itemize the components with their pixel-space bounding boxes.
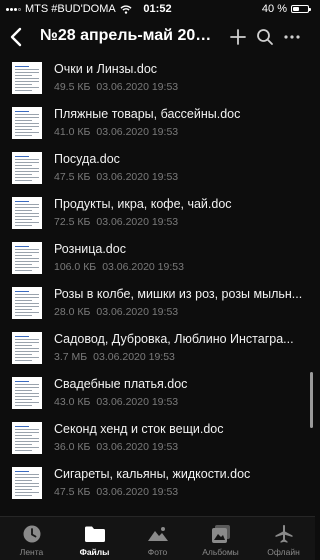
file-name: Продукты, икра, кофе, чай.doc (54, 197, 232, 211)
doc-thumbnail-icon (12, 107, 42, 139)
file-size: 41.0 КБ (54, 126, 91, 138)
file-row[interactable]: Пляжные товары, бассейны.doc 41.0 КБ 03.06… (0, 103, 315, 147)
file-row[interactable]: Продукты, икра, кофе, чай.doc 72.5 КБ 03.0… (0, 193, 315, 237)
doc-thumbnail-icon (12, 287, 42, 319)
file-size: 36.0 КБ (54, 441, 91, 453)
file-name: Свадебные платья.doc (54, 377, 188, 391)
file-size: 28.0 КБ (54, 306, 91, 318)
battery-status: 40 % (261, 3, 311, 15)
file-meta: 36.0 КБ 03.06.2020 19:53 (54, 441, 178, 453)
file-name: Посуда.doc (54, 152, 120, 166)
albums-icon (210, 524, 232, 544)
file-row[interactable]: Посуда.doc 47.5 КБ 03.06.2020 19:53 (0, 148, 315, 192)
file-name: Очки и Линзы.doc (54, 62, 158, 76)
file-meta: 47.5 КБ 03.06.2020 19:53 (54, 486, 178, 498)
tab-label: Альбомы (202, 547, 239, 557)
doc-thumbnail-icon (12, 62, 42, 94)
scrollbar-thumb[interactable] (310, 372, 313, 428)
tab-mountain[interactable]: Фото (126, 517, 189, 560)
file-row[interactable]: Розы в колбе, мишки из роз, розы мыльн..… (0, 283, 315, 327)
battery-icon (291, 5, 311, 13)
more-dots-icon (284, 35, 300, 39)
file-size: 49.5 КБ (54, 81, 91, 93)
file-date: 03.06.2020 19:53 (96, 396, 179, 408)
file-row[interactable]: Свадебные платья.doc 43.0 КБ 03.06.2020 19… (0, 373, 315, 417)
tab-albums[interactable]: Альбомы (189, 517, 252, 560)
chevron-left-icon (10, 27, 22, 47)
file-row[interactable]: Розница.doc 106.0 КБ 03.06.2020 19:53 (0, 238, 315, 282)
clock-icon (21, 524, 43, 544)
tab-label: Фото (147, 547, 168, 557)
tab-bar: Лента Файлы Фото Альбомы Офлайн (0, 516, 315, 560)
file-size: 3.7 МБ (54, 351, 88, 363)
page-title: №28 апрель-май 2020 ... (40, 27, 218, 44)
file-meta: 43.0 КБ 03.06.2020 19:53 (54, 396, 178, 408)
doc-thumbnail-icon (12, 422, 42, 454)
doc-thumbnail-icon (12, 332, 42, 364)
file-date: 03.06.2020 19:53 (93, 351, 175, 363)
doc-thumbnail-icon (12, 152, 42, 184)
file-size: 43.0 КБ (54, 396, 91, 408)
search-button[interactable] (253, 24, 277, 50)
file-name: Садовод, Дубровка, Люблино Инстагра... (54, 332, 294, 346)
doc-thumbnail-icon (12, 377, 42, 409)
file-name: Пляжные товары, бассейны.doc (54, 107, 241, 121)
file-meta: 47.5 КБ 03.06.2020 19:53 (54, 171, 178, 183)
tab-clock[interactable]: Лента (0, 517, 63, 560)
search-icon (257, 29, 273, 45)
doc-thumbnail-icon (12, 197, 42, 229)
file-size: 72.5 КБ (54, 216, 91, 228)
file-row[interactable]: Очки и Линзы.doc 49.5 КБ 03.06.2020 19:53 (0, 58, 315, 102)
file-date: 03.06.2020 19:53 (96, 441, 179, 453)
file-date: 03.06.2020 19:53 (96, 306, 179, 318)
status-bar: MTS #BUD'DOMA 01:52 40 % (0, 0, 315, 18)
file-date: 03.06.2020 19:53 (96, 171, 179, 183)
battery-percent: 40 % (261, 3, 287, 15)
back-button[interactable] (4, 22, 28, 52)
tab-airplane[interactable]: Офлайн (252, 517, 315, 560)
file-name: Розница.doc (54, 242, 126, 256)
file-meta: 106.0 КБ 03.06.2020 19:53 (54, 261, 184, 273)
file-row[interactable]: Секонд хенд и сток вещи.doc 36.0 КБ 03.06.… (0, 418, 315, 462)
file-date: 03.06.2020 19:53 (96, 486, 179, 498)
tab-label: Файлы (79, 547, 110, 557)
mountain-icon (147, 524, 169, 544)
file-name: Секонд хенд и сток вещи.doc (54, 422, 224, 436)
doc-thumbnail-icon (12, 242, 42, 274)
file-row[interactable]: Садовод, Дубровка, Люблино Инстагра... 3.… (0, 328, 315, 372)
file-date: 03.06.2020 19:53 (96, 216, 179, 228)
file-date: 03.06.2020 19:53 (96, 126, 179, 138)
file-meta: 28.0 КБ 03.06.2020 19:53 (54, 306, 178, 318)
more-button[interactable] (280, 24, 304, 50)
folder-icon (84, 524, 106, 544)
file-row[interactable]: Сигареты, кальяны, жидкости.doc 47.5 КБ 03… (0, 463, 315, 507)
airplane-icon (273, 524, 295, 544)
doc-thumbnail-icon (12, 467, 42, 499)
file-meta: 41.0 КБ 03.06.2020 19:53 (54, 126, 178, 138)
navigation-bar: №28 апрель-май 2020 ... (0, 18, 315, 56)
file-date: 03.06.2020 19:53 (96, 81, 179, 93)
file-meta: 49.5 КБ 03.06.2020 19:53 (54, 81, 178, 93)
file-date: 03.06.2020 19:53 (102, 261, 184, 273)
file-meta: 72.5 КБ 03.06.2020 19:53 (54, 216, 178, 228)
tab-label: Лента (19, 547, 44, 557)
file-size: 106.0 КБ (54, 261, 97, 273)
file-list[interactable]: Очки и Линзы.doc 49.5 КБ 03.06.2020 19:53 П… (0, 56, 315, 516)
add-button[interactable] (226, 24, 250, 50)
tab-label: Офлайн (267, 547, 300, 557)
tab-folder[interactable]: Файлы (63, 517, 126, 560)
file-name: Сигареты, кальяны, жидкости.doc (54, 467, 251, 481)
file-size: 47.5 КБ (54, 171, 91, 183)
file-meta: 3.7 МБ 03.06.2020 19:53 (54, 351, 175, 363)
plus-icon (230, 29, 246, 45)
file-name: Розы в колбе, мишки из роз, розы мыльн..… (54, 287, 303, 301)
file-size: 47.5 КБ (54, 486, 91, 498)
